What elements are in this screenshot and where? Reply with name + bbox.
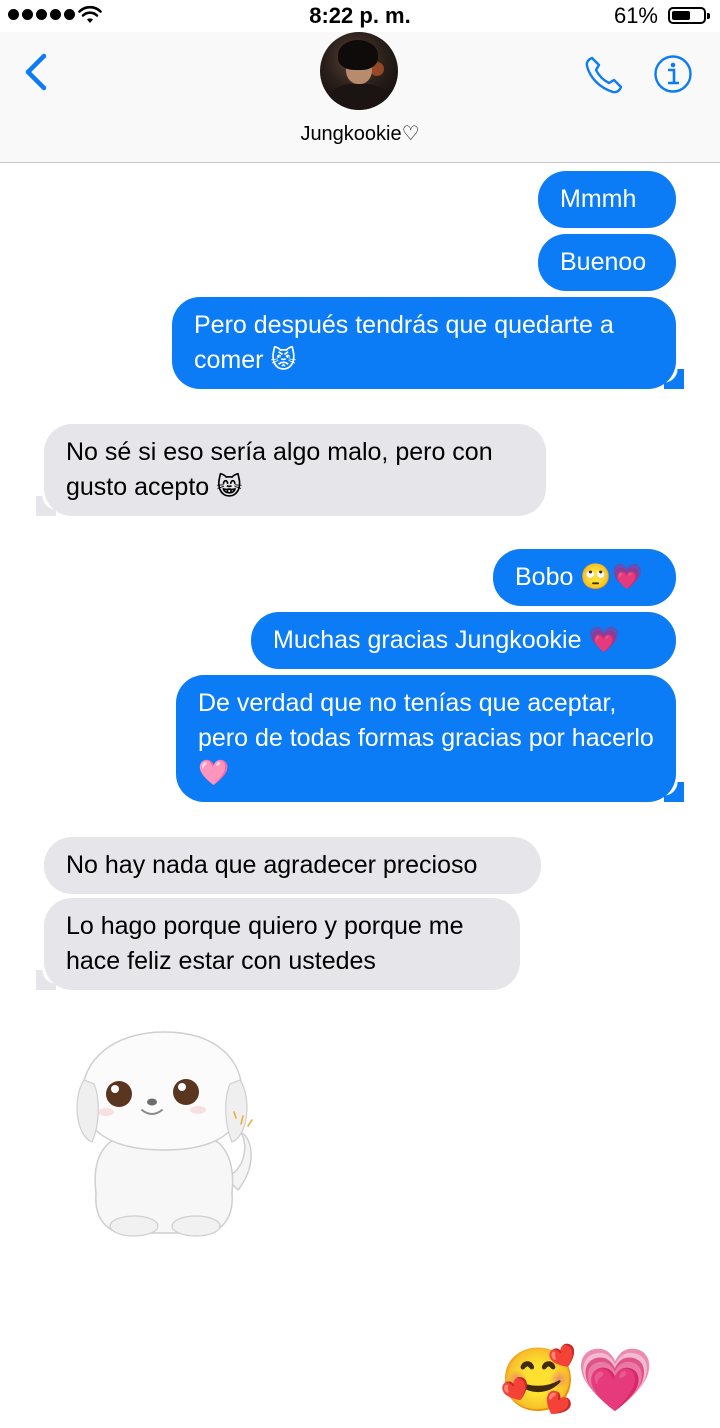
message-text: De verdad que no tenías que aceptar, per… — [198, 689, 654, 787]
message-text: No hay nada que agradecer precioso — [66, 851, 478, 879]
message-bubble-outgoing[interactable]: De verdad que no tenías que aceptar, per… — [176, 675, 684, 802]
contact-avatar[interactable] — [320, 32, 398, 110]
white-puppy-sticker[interactable] — [76, 1028, 256, 1238]
message-bubble-incoming[interactable]: No sé si eso sería algo malo, pero con g… — [36, 424, 546, 516]
message-text: Mmmh — [560, 185, 637, 213]
message-text: Muchas gracias Jungkookie 💗 — [273, 626, 620, 654]
chevron-left-icon[interactable] — [22, 52, 50, 92]
message-bubble-outgoing[interactable]: Muchas gracias Jungkookie 💗 — [251, 612, 676, 669]
message-text: No sé si eso sería algo malo, pero con g… — [66, 438, 493, 501]
status-bar: 8:22 p. m. 61% — [0, 0, 720, 32]
message-text: Pero después tendrás que quedarte a come… — [194, 311, 614, 374]
message-bubble-outgoing[interactable]: Bobo 🙄💗 — [493, 549, 676, 606]
phone-icon[interactable] — [583, 54, 625, 96]
message-bubble-incoming[interactable]: No hay nada que agradecer precioso — [44, 837, 541, 894]
message-text: Lo hago porque quiero y porque me hace f… — [66, 912, 464, 975]
conversation-header: Jungkookie♡ — [0, 32, 720, 163]
battery-percent: 61% — [613, 3, 658, 28]
emoji-message[interactable]: 🥰💗 — [500, 1346, 654, 1416]
message-bubble-outgoing[interactable]: Mmmh — [538, 171, 676, 228]
info-icon[interactable] — [653, 54, 693, 94]
battery-icon — [668, 7, 710, 24]
message-text: Bobo 🙄💗 — [515, 563, 643, 591]
message-text: Buenoo — [560, 248, 647, 276]
status-time: 8:22 p. m. — [309, 3, 411, 28]
message-bubble-outgoing[interactable]: Buenoo — [538, 234, 676, 291]
contact-name[interactable]: Jungkookie♡ — [0, 121, 720, 146]
message-bubble-incoming[interactable]: Lo hago porque quiero y porque me hace f… — [36, 898, 520, 990]
message-bubble-outgoing[interactable]: Pero después tendrás que quedarte a come… — [172, 297, 684, 389]
